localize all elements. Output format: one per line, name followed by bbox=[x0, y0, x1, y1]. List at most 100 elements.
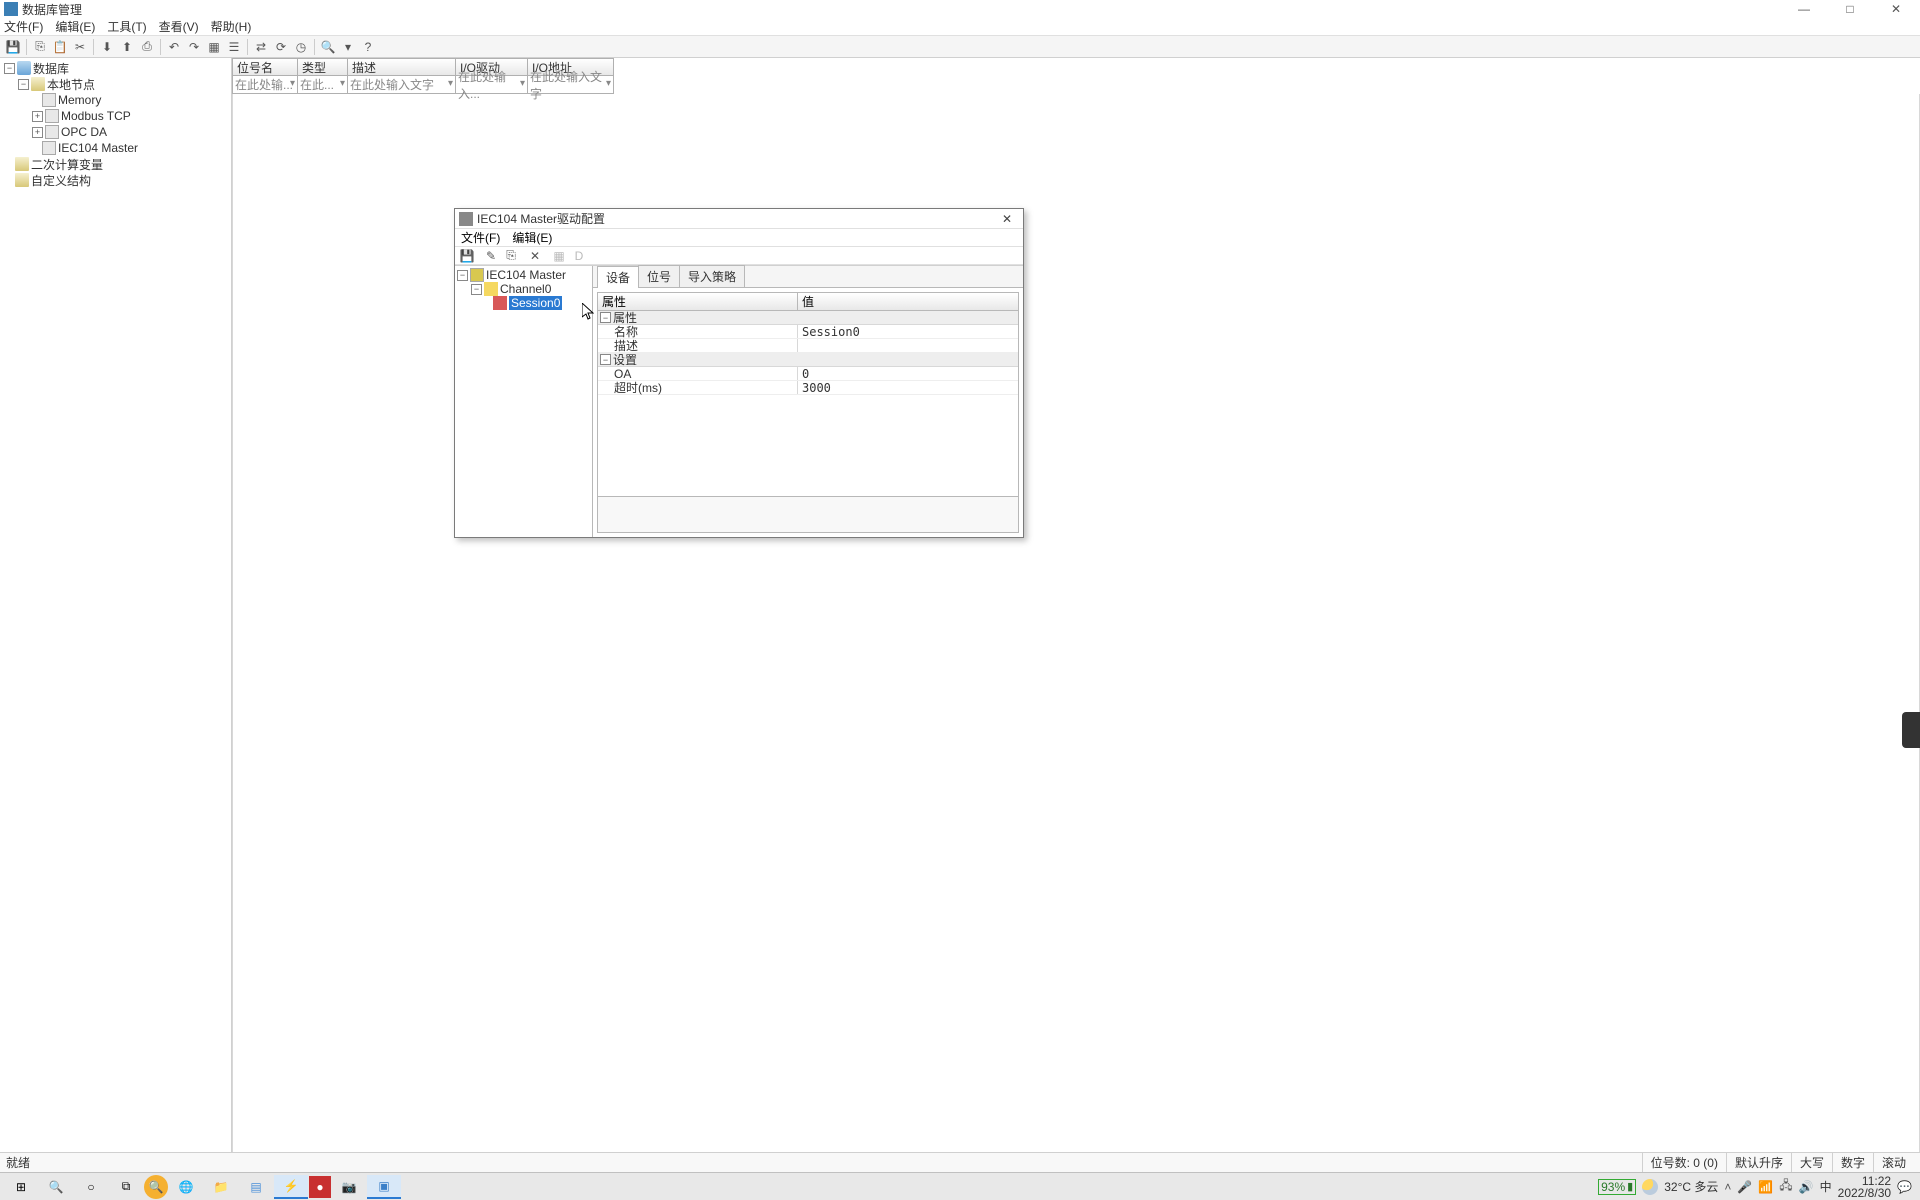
dlg-add-icon[interactable]: ✎ bbox=[483, 248, 499, 264]
minimize-button[interactable]: — bbox=[1790, 1, 1818, 17]
menu-view[interactable]: 查看(V) bbox=[159, 18, 199, 35]
dlg-tree-session[interactable]: Session0 bbox=[455, 296, 592, 310]
taskbar-app-search[interactable]: 🔍 bbox=[144, 1175, 168, 1199]
col-header-type[interactable]: 类型 bbox=[298, 58, 348, 76]
grid-icon[interactable]: ▦ bbox=[205, 38, 223, 56]
tree-node-local[interactable]: − 本地节点 bbox=[0, 76, 231, 92]
taskbar-app-2[interactable]: ⚡ bbox=[274, 1175, 308, 1199]
funnel-icon[interactable]: ▾ bbox=[290, 78, 295, 89]
cortana-icon[interactable]: ○ bbox=[74, 1175, 108, 1199]
tree-node-custom[interactable]: 自定义结构 bbox=[0, 172, 231, 188]
filter-name[interactable]: 在此处输...▾ bbox=[232, 76, 298, 94]
help-icon[interactable]: ? bbox=[359, 38, 377, 56]
side-tab-handle[interactable] bbox=[1902, 712, 1920, 748]
collapse-icon[interactable]: − bbox=[4, 63, 15, 74]
link-icon[interactable]: ⇄ bbox=[252, 38, 270, 56]
tree-root-database[interactable]: − 数据库 bbox=[0, 60, 231, 76]
collapse-icon[interactable]: − bbox=[457, 270, 468, 281]
dialog-menu-edit[interactable]: 编辑(E) bbox=[512, 229, 552, 246]
tree-node-memory[interactable]: Memory bbox=[0, 92, 231, 108]
taskbar-app-5[interactable]: ▣ bbox=[367, 1175, 401, 1199]
taskbar-app-explorer[interactable]: 📁 bbox=[204, 1175, 238, 1199]
ime-indicator[interactable]: 中 bbox=[1820, 1178, 1832, 1195]
filter-desc[interactable]: 在此处输入文字▾ bbox=[348, 76, 456, 94]
funnel-icon[interactable]: ▾ bbox=[606, 78, 611, 89]
volume-icon[interactable]: 🔊 bbox=[1799, 1180, 1814, 1194]
dialog-menu-file[interactable]: 文件(F) bbox=[461, 229, 500, 246]
dlg-d-button[interactable]: D bbox=[571, 248, 587, 264]
prop-row-timeout[interactable]: 超时(ms) 3000 bbox=[598, 381, 1018, 395]
print-icon[interactable]: ⎙ bbox=[138, 38, 156, 56]
propgrid-group-attributes[interactable]: − 属性 bbox=[598, 311, 1018, 325]
prop-value[interactable]: 3000 bbox=[798, 381, 1018, 394]
taskbar-app-1[interactable]: ▤ bbox=[239, 1175, 273, 1199]
filter-io[interactable]: 在此处输入...▾ bbox=[456, 76, 528, 94]
dialog-close-button[interactable]: ✕ bbox=[995, 211, 1019, 227]
menu-file[interactable]: 文件(F) bbox=[4, 18, 43, 35]
expand-icon[interactable]: + bbox=[32, 127, 43, 138]
undo-icon[interactable]: ↶ bbox=[165, 38, 183, 56]
filter-type[interactable]: 在此...▾ bbox=[298, 76, 348, 94]
taskview-icon[interactable]: ⧉ bbox=[109, 1175, 143, 1199]
collapse-icon[interactable]: − bbox=[600, 312, 611, 323]
funnel-icon[interactable]: ▾ bbox=[520, 78, 525, 89]
propgrid-col-property[interactable]: 属性 bbox=[598, 293, 798, 310]
propgrid-group-settings[interactable]: − 设置 bbox=[598, 353, 1018, 367]
tree-node-iec104[interactable]: IEC104 Master bbox=[0, 140, 231, 156]
tab-device[interactable]: 设备 bbox=[597, 266, 639, 288]
filter-addr[interactable]: 在此处输入文字▾ bbox=[528, 76, 614, 94]
dlg-tree-channel[interactable]: − Channel0 bbox=[455, 282, 592, 296]
taskbar-app-3[interactable]: ● bbox=[309, 1176, 331, 1198]
tree-node-modbus[interactable]: + Modbus TCP bbox=[0, 108, 231, 124]
network-icon[interactable]: 🖧 bbox=[1779, 1176, 1792, 1197]
clock[interactable]: 11:22 2022/8/30 bbox=[1838, 1175, 1891, 1199]
dlg-tree-root[interactable]: − IEC104 Master bbox=[455, 268, 592, 282]
prop-row-name[interactable]: 名称 Session0 bbox=[598, 325, 1018, 339]
list-icon[interactable]: ☰ bbox=[225, 38, 243, 56]
start-button[interactable]: ⊞ bbox=[4, 1175, 38, 1199]
collapse-icon[interactable]: − bbox=[471, 284, 482, 295]
search-icon[interactable]: 🔍 bbox=[319, 38, 337, 56]
notification-icon[interactable]: 💬 bbox=[1897, 1180, 1912, 1194]
expand-icon[interactable]: + bbox=[32, 111, 43, 122]
refresh-icon[interactable]: ⟳ bbox=[272, 38, 290, 56]
tree-node-calc[interactable]: 二次计算变量 bbox=[0, 156, 231, 172]
dlg-grid-icon[interactable]: ▦ bbox=[551, 248, 567, 264]
menu-tool[interactable]: 工具(T) bbox=[107, 18, 146, 35]
wifi-icon[interactable]: 📶 bbox=[1758, 1180, 1773, 1194]
dlg-copy-icon[interactable]: ⎘ bbox=[503, 248, 519, 264]
weather-text[interactable]: 32°C 多云 bbox=[1664, 1178, 1718, 1195]
search-button[interactable]: 🔍 bbox=[39, 1175, 73, 1199]
dlg-save-icon[interactable]: 💾 bbox=[459, 248, 475, 264]
prop-value[interactable]: Session0 bbox=[798, 325, 1018, 338]
taskbar-app-4[interactable]: 📷 bbox=[332, 1175, 366, 1199]
export-icon[interactable]: ⬆ bbox=[118, 38, 136, 56]
battery-indicator[interactable]: 93%▮ bbox=[1598, 1179, 1636, 1195]
prop-row-desc[interactable]: 描述 bbox=[598, 339, 1018, 353]
save-icon[interactable]: 💾 bbox=[4, 38, 22, 56]
col-header-name[interactable]: 位号名 bbox=[232, 58, 298, 76]
prop-value[interactable] bbox=[798, 339, 1018, 352]
funnel-icon[interactable]: ▾ bbox=[340, 78, 345, 89]
tab-import-strategy[interactable]: 导入策略 bbox=[679, 265, 745, 287]
collapse-icon[interactable]: − bbox=[18, 79, 29, 90]
menu-help[interactable]: 帮助(H) bbox=[211, 18, 252, 35]
copy-icon[interactable]: ⎘ bbox=[31, 38, 49, 56]
col-header-desc[interactable]: 描述 bbox=[348, 58, 456, 76]
dialog-titlebar[interactable]: IEC104 Master驱动配置 ✕ bbox=[455, 209, 1023, 229]
microphone-icon[interactable]: 🎤 bbox=[1737, 1180, 1752, 1194]
clock-icon[interactable]: ◷ bbox=[292, 38, 310, 56]
tab-tag[interactable]: 位号 bbox=[638, 265, 680, 287]
prop-value[interactable]: 0 bbox=[798, 367, 1018, 380]
import-icon[interactable]: ⬇ bbox=[98, 38, 116, 56]
menu-edit[interactable]: 编辑(E) bbox=[55, 18, 95, 35]
weather-icon[interactable] bbox=[1642, 1179, 1658, 1195]
redo-icon[interactable]: ↷ bbox=[185, 38, 203, 56]
chevron-up-icon[interactable]: ˄ bbox=[1724, 1180, 1731, 1194]
propgrid-col-value[interactable]: 值 bbox=[798, 293, 1018, 310]
tree-node-opc[interactable]: + OPC DA bbox=[0, 124, 231, 140]
filter-icon[interactable]: ▾ bbox=[339, 38, 357, 56]
funnel-icon[interactable]: ▾ bbox=[448, 78, 453, 89]
cut-icon[interactable]: ✂ bbox=[71, 38, 89, 56]
maximize-button[interactable]: □ bbox=[1836, 1, 1864, 17]
